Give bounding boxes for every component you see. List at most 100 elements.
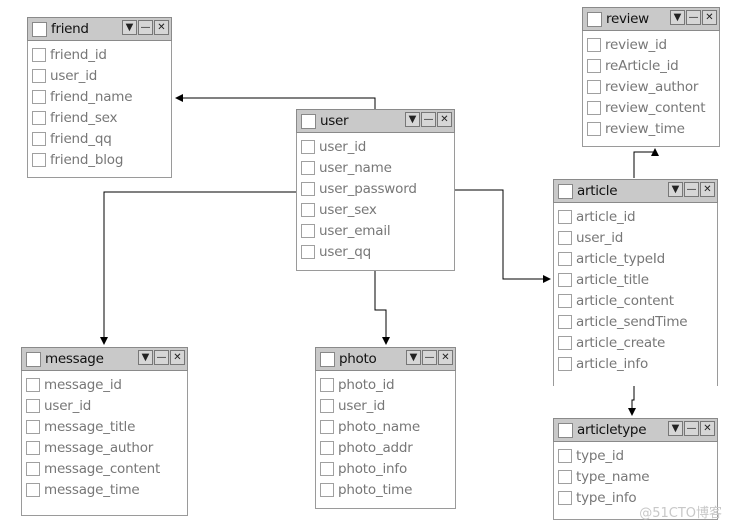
field-checkbox[interactable] xyxy=(301,244,315,259)
field-row[interactable]: article_typeId xyxy=(554,248,717,269)
field-checkbox[interactable] xyxy=(587,79,601,94)
dropdown-icon[interactable]: ▼ xyxy=(668,421,683,436)
table-header[interactable]: photo ▼ — ✕ xyxy=(315,347,456,371)
field-row[interactable]: message_time xyxy=(22,479,187,500)
dropdown-icon[interactable]: ▼ xyxy=(670,10,685,25)
field-row[interactable]: photo_addr xyxy=(316,437,455,458)
field-row[interactable]: friend_qq xyxy=(28,128,171,149)
field-row[interactable]: friend_sex xyxy=(28,107,171,128)
field-checkbox[interactable] xyxy=(320,482,334,497)
field-row[interactable]: user_id xyxy=(22,395,187,416)
field-checkbox[interactable] xyxy=(301,202,315,217)
field-checkbox[interactable] xyxy=(320,419,334,434)
field-checkbox[interactable] xyxy=(558,335,572,350)
minimize-icon[interactable]: — xyxy=(422,350,437,365)
field-row[interactable]: user_name xyxy=(297,157,454,178)
table-article[interactable]: article ▼ — ✕ article_id user_id article_typeI… xyxy=(553,179,718,386)
field-checkbox[interactable] xyxy=(587,100,601,115)
field-row[interactable]: friend_id xyxy=(28,44,171,65)
field-row[interactable]: message_content xyxy=(22,458,187,479)
field-checkbox[interactable] xyxy=(587,58,601,73)
select-all-checkbox[interactable] xyxy=(301,113,316,129)
close-icon[interactable]: ✕ xyxy=(154,20,169,35)
field-row[interactable]: article_id xyxy=(554,206,717,227)
field-checkbox[interactable] xyxy=(26,398,40,413)
field-checkbox[interactable] xyxy=(320,398,334,413)
minimize-icon[interactable]: — xyxy=(684,182,699,197)
field-checkbox[interactable] xyxy=(32,152,46,167)
table-header[interactable]: review ▼ — ✕ xyxy=(582,7,720,31)
field-checkbox[interactable] xyxy=(301,181,315,196)
table-header[interactable]: message ▼ — ✕ xyxy=(21,347,188,371)
field-checkbox[interactable] xyxy=(26,377,40,392)
field-row[interactable]: review_content xyxy=(583,97,719,118)
close-icon[interactable]: ✕ xyxy=(700,182,715,197)
field-row[interactable]: reArticle_id xyxy=(583,55,719,76)
table-message[interactable]: message ▼ — ✕ message_id user_id message_title… xyxy=(21,347,188,516)
field-row[interactable]: review_time xyxy=(583,118,719,139)
field-row[interactable]: type_name xyxy=(554,466,717,487)
dropdown-icon[interactable]: ▼ xyxy=(138,350,153,365)
field-row[interactable]: article_create xyxy=(554,332,717,353)
table-header[interactable]: user ▼ — ✕ xyxy=(296,109,455,133)
select-all-checkbox[interactable] xyxy=(32,21,47,37)
select-all-checkbox[interactable] xyxy=(558,183,573,199)
close-icon[interactable]: ✕ xyxy=(437,112,452,127)
field-row[interactable]: review_id xyxy=(583,34,719,55)
field-row[interactable]: article_title xyxy=(554,269,717,290)
table-review[interactable]: review ▼ — ✕ review_id reArticle_id review_aut… xyxy=(582,7,720,147)
table-header[interactable]: friend ▼ — ✕ xyxy=(27,17,172,41)
field-row[interactable]: user_id xyxy=(316,395,455,416)
field-row[interactable]: user_id xyxy=(28,65,171,86)
minimize-icon[interactable]: — xyxy=(684,421,699,436)
close-icon[interactable]: ✕ xyxy=(700,421,715,436)
field-checkbox[interactable] xyxy=(587,121,601,136)
minimize-icon[interactable]: — xyxy=(138,20,153,35)
minimize-icon[interactable]: — xyxy=(421,112,436,127)
dropdown-icon[interactable]: ▼ xyxy=(405,112,420,127)
field-checkbox[interactable] xyxy=(587,37,601,52)
field-checkbox[interactable] xyxy=(26,440,40,455)
field-checkbox[interactable] xyxy=(558,448,572,463)
field-row[interactable]: photo_time xyxy=(316,479,455,500)
field-row[interactable]: message_author xyxy=(22,437,187,458)
select-all-checkbox[interactable] xyxy=(320,351,335,367)
field-row[interactable]: article_content xyxy=(554,290,717,311)
field-row[interactable]: user_id xyxy=(297,136,454,157)
field-checkbox[interactable] xyxy=(301,139,315,154)
field-checkbox[interactable] xyxy=(558,314,572,329)
field-checkbox[interactable] xyxy=(320,440,334,455)
select-all-checkbox[interactable] xyxy=(587,11,602,27)
field-checkbox[interactable] xyxy=(32,89,46,104)
table-header[interactable]: article ▼ — ✕ xyxy=(553,179,718,203)
field-checkbox[interactable] xyxy=(558,293,572,308)
dropdown-icon[interactable]: ▼ xyxy=(406,350,421,365)
field-checkbox[interactable] xyxy=(26,461,40,476)
field-row[interactable]: user_email xyxy=(297,220,454,241)
field-checkbox[interactable] xyxy=(26,482,40,497)
close-icon[interactable]: ✕ xyxy=(438,350,453,365)
field-checkbox[interactable] xyxy=(32,47,46,62)
field-checkbox[interactable] xyxy=(301,160,315,175)
field-row[interactable]: message_id xyxy=(22,374,187,395)
close-icon[interactable]: ✕ xyxy=(702,10,717,25)
field-row[interactable]: review_author xyxy=(583,76,719,97)
field-row[interactable]: user_qq xyxy=(297,241,454,262)
field-row[interactable]: user_id xyxy=(554,227,717,248)
field-row[interactable]: article_info xyxy=(554,353,717,374)
table-photo[interactable]: photo ▼ — ✕ photo_id user_id photo_name photo_a… xyxy=(315,347,456,509)
dropdown-icon[interactable]: ▼ xyxy=(668,182,683,197)
dropdown-icon[interactable]: ▼ xyxy=(122,20,137,35)
field-row[interactable]: user_sex xyxy=(297,199,454,220)
field-checkbox[interactable] xyxy=(558,490,572,505)
minimize-icon[interactable]: — xyxy=(154,350,169,365)
field-row[interactable]: photo_info xyxy=(316,458,455,479)
field-row[interactable]: message_title xyxy=(22,416,187,437)
select-all-checkbox[interactable] xyxy=(558,422,573,438)
field-checkbox[interactable] xyxy=(301,223,315,238)
field-row[interactable]: friend_name xyxy=(28,86,171,107)
select-all-checkbox[interactable] xyxy=(26,351,41,367)
field-checkbox[interactable] xyxy=(558,356,572,371)
table-user[interactable]: user ▼ — ✕ user_id user_name user_password user… xyxy=(296,109,455,271)
minimize-icon[interactable]: — xyxy=(686,10,701,25)
